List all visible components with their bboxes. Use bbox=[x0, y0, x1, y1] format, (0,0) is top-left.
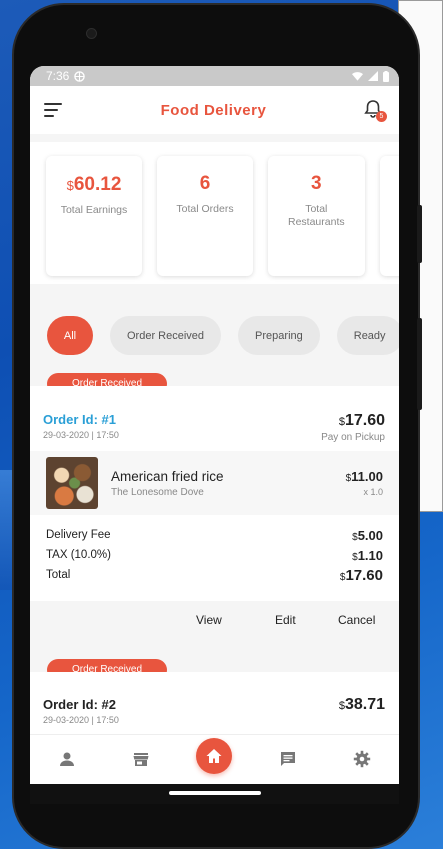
status-filter-bar: All Order Received Preparing Ready bbox=[30, 316, 399, 356]
stat-value: $60.12 bbox=[66, 174, 122, 195]
order-total: $17.60 Pay on Pickup bbox=[321, 412, 385, 443]
signal-icon bbox=[368, 71, 378, 81]
view-button[interactable]: View bbox=[196, 613, 222, 627]
home-gesture-pill[interactable] bbox=[169, 791, 261, 795]
person-icon[interactable] bbox=[58, 750, 76, 768]
order-actions: View Edit Cancel bbox=[30, 601, 399, 641]
filter-chip-ready[interactable]: Ready bbox=[336, 316, 399, 355]
item-name: American fried rice bbox=[111, 468, 224, 484]
order-item-row[interactable]: American fried rice The Lonesome Dove $1… bbox=[30, 451, 399, 515]
item-price: $11.00 bbox=[345, 469, 383, 484]
vpn-icon bbox=[74, 70, 86, 82]
stat-card-partial bbox=[379, 156, 399, 276]
item-quantity: x 1.0 bbox=[363, 487, 383, 497]
filter-chip-preparing[interactable]: Preparing bbox=[238, 316, 320, 355]
bottom-navigation bbox=[30, 734, 399, 784]
order-id: Order Id: #2 bbox=[43, 697, 116, 712]
item-restaurant: The Lonesome Dove bbox=[111, 486, 204, 498]
home-button[interactable] bbox=[196, 738, 232, 774]
wifi-icon bbox=[352, 72, 363, 81]
stat-value: 6 bbox=[199, 173, 211, 194]
gear-icon[interactable] bbox=[353, 750, 371, 768]
front-camera bbox=[86, 28, 97, 39]
app-bar: Food Delivery 5 bbox=[30, 86, 399, 134]
stat-value: 3 bbox=[311, 173, 322, 194]
order-total: $38.71 bbox=[338, 696, 385, 713]
status-bar: 7:36 bbox=[30, 66, 399, 86]
order-fees: Delivery Fee $5.00 TAX (10.0%) $1.10 Tot… bbox=[30, 515, 399, 601]
stat-label: Total Orders bbox=[176, 203, 234, 215]
stat-label: Total Restaurants bbox=[288, 203, 345, 228]
phone-volume-button bbox=[417, 205, 422, 263]
menu-icon[interactable] bbox=[44, 103, 64, 117]
order-header[interactable]: Order Id: #2 29-03-2020 | 17:50 $38.71 bbox=[30, 672, 399, 734]
notifications-button[interactable]: 5 bbox=[363, 99, 387, 122]
stat-card-restaurants: 3 Total Restaurants bbox=[268, 156, 365, 276]
status-time: 7:36 bbox=[46, 69, 70, 83]
filter-chip-all[interactable]: All bbox=[47, 316, 93, 355]
delivery-fee-label: Delivery Fee bbox=[46, 529, 111, 541]
order-header[interactable]: Order Id: #1 29-03-2020 | 17:50 $17.60 P… bbox=[30, 386, 399, 451]
home-icon bbox=[206, 749, 222, 763]
tax-value: $1.10 bbox=[352, 547, 383, 563]
total-value: $17.60 bbox=[339, 566, 383, 584]
delivery-fee-value: $5.00 bbox=[352, 527, 383, 543]
total-label: Total bbox=[46, 569, 71, 581]
edit-button[interactable]: Edit bbox=[275, 613, 296, 627]
store-icon[interactable] bbox=[132, 750, 150, 768]
stat-card-earnings: $60.12 Total Earnings bbox=[46, 156, 142, 276]
cancel-button[interactable]: Cancel bbox=[338, 613, 375, 627]
payment-method: Pay on Pickup bbox=[321, 432, 385, 443]
stat-label: Total Earnings bbox=[60, 204, 128, 216]
order-date: 29-03-2020 | 17:50 bbox=[43, 715, 119, 725]
phone-power-button bbox=[417, 318, 422, 410]
notification-badge: 5 bbox=[376, 111, 387, 122]
food-image bbox=[46, 457, 98, 509]
tax-label: TAX (10.0%) bbox=[46, 549, 111, 561]
battery-icon bbox=[383, 70, 389, 82]
chat-icon[interactable] bbox=[279, 750, 297, 768]
app-screen: 7:36 Food Delivery 5 $60.12 Total Earnin… bbox=[30, 66, 399, 784]
stat-card-orders: 6 Total Orders bbox=[157, 156, 253, 276]
stats-carousel[interactable]: $60.12 Total Earnings 6 Total Orders 3 T… bbox=[30, 142, 399, 284]
app-title: Food Delivery bbox=[160, 101, 267, 119]
filter-chip-order-received[interactable]: Order Received bbox=[110, 316, 222, 355]
